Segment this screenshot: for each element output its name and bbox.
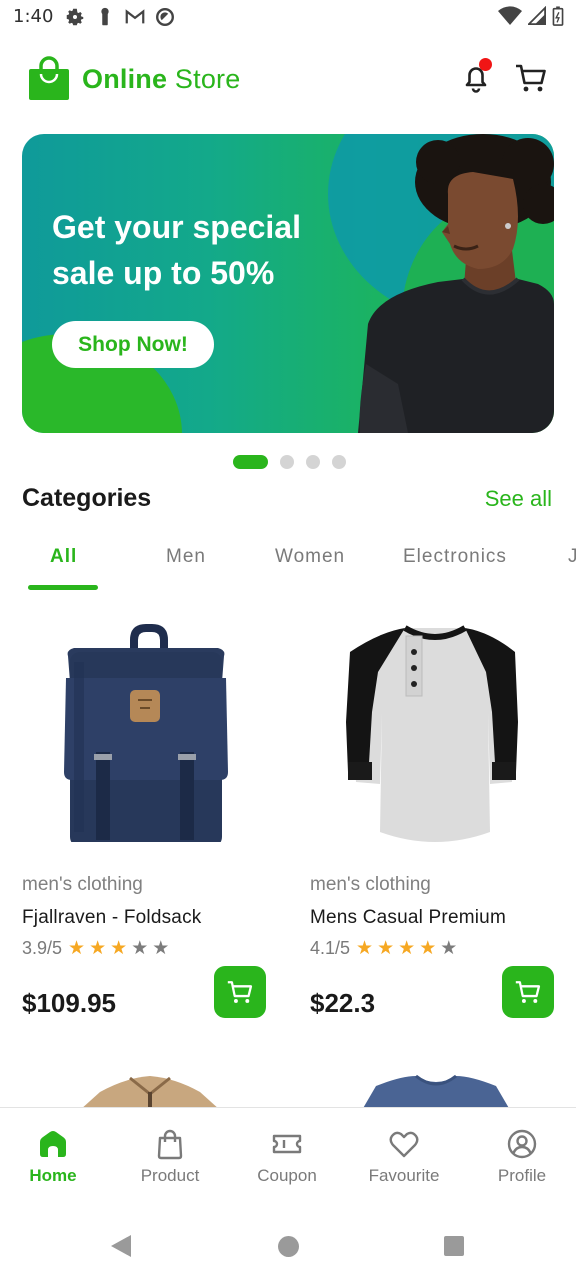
jacket-image-partial [80,1076,220,1110]
add-to-cart-button[interactable] [214,966,266,1018]
star-empty-icon: ★ [440,937,458,959]
status-system-icons [498,6,564,26]
product-name[interactable]: Fjallraven - Foldsack [22,907,201,929]
battery-icon [552,6,564,26]
do-not-disturb-icon [156,8,174,26]
backpack-icon [64,624,228,842]
recents-icon[interactable] [444,1236,464,1256]
tab-men[interactable]: Men [166,546,206,568]
status-time: 1:40 [13,6,54,27]
nav-home[interactable]: Home [0,1128,108,1186]
product-name[interactable]: Mens Casual Premium [310,907,506,929]
see-all-link[interactable]: See all [485,486,552,512]
tshirt-icon [346,625,518,842]
nav-coupon-label: Coupon [257,1166,317,1185]
category-tabs: All Men Women Electronics J [0,540,576,594]
add-to-cart-button[interactable] [502,966,554,1018]
tshirt-image-partial [362,1074,510,1110]
tab-jewelery-partial[interactable]: J [568,546,576,568]
rating-text: 4.1/5 [310,938,351,958]
active-tab-indicator [28,585,98,590]
banner-model-image [358,134,554,433]
heart-icon [389,1131,419,1158]
product-category: men's clothing [310,874,431,895]
status-bar: 1:40 [0,0,576,34]
tab-women[interactable]: Women [275,546,345,568]
bottom-navigation: Home Product Coupon Favourite Profile [0,1107,576,1212]
carousel-dot[interactable] [306,455,320,469]
promo-banner[interactable]: Get your special sale up to 50% Shop Now… [22,134,554,433]
product-rating: 3.9/5 ★ ★ ★ ★ ★ [22,938,169,959]
carousel-dot[interactable] [332,455,346,469]
status-notification-icons [64,6,176,28]
brand-name: Online Store [82,64,240,95]
carousel-dot-active[interactable] [233,455,268,469]
carousel-indicator [233,455,346,469]
tab-all[interactable]: All [50,546,77,568]
nav-favourite[interactable]: Favourite [349,1128,459,1186]
home-icon [40,1131,66,1157]
product-card[interactable]: men's clothing Mens Casual Premium 4.1/5… [310,612,560,1032]
product-price: $22.3 [310,988,376,1018]
product-card[interactable]: men's clothing Fjallraven - Foldsack 3.9… [22,612,272,1032]
star-filled-icon: ★ [110,937,128,959]
signal-icon [528,6,546,25]
product-price: $109.95 [22,988,116,1018]
star-filled-icon: ★ [398,937,416,959]
brand-name-regular: Store [174,64,241,94]
brand-name-bold: Online [82,64,168,94]
banner-headline: Get your special sale up to 50% [52,209,301,291]
profile-icon [507,1129,537,1159]
nav-home-label: Home [29,1166,77,1185]
settings-icon [66,8,84,26]
product-category: men's clothing [22,874,143,895]
notification-badge [479,58,492,71]
app-header: Online Store [0,54,576,106]
cart-icon [515,981,541,1003]
nav-profile-label: Profile [497,1166,547,1185]
tab-electronics[interactable]: Electronics [403,546,507,568]
nav-favourite-label: Favourite [368,1166,440,1185]
star-empty-icon: ★ [131,937,149,959]
home-button-icon[interactable] [278,1236,299,1257]
carousel-dot[interactable] [280,455,294,469]
nav-product-label: Product [140,1166,200,1185]
shopping-bag-icon [157,1129,183,1160]
product-rating: 4.1/5 ★ ★ ★ ★ ★ [310,938,457,959]
back-icon[interactable] [110,1234,132,1258]
star-empty-icon: ★ [152,937,170,959]
key-icon [101,7,109,26]
gmail-icon [125,9,145,24]
wifi-icon [498,6,522,26]
star-filled-icon: ★ [68,937,86,959]
star-filled-icon: ★ [356,937,374,959]
nav-product[interactable]: Product [115,1128,225,1186]
rating-text: 3.9/5 [22,938,63,958]
star-filled-icon: ★ [89,937,107,959]
categories-title: Categories [22,484,152,512]
cart-icon [227,981,253,1003]
system-navigation-bar [0,1212,576,1280]
nav-profile[interactable]: Profile [467,1128,576,1186]
nav-coupon[interactable]: Coupon [232,1128,342,1186]
star-filled-icon: ★ [419,937,437,959]
shop-now-button[interactable]: Shop Now! [52,321,214,368]
coupon-icon [272,1134,302,1154]
shopping-bag-logo-icon [29,56,69,100]
cart-icon[interactable] [514,62,548,94]
star-filled-icon: ★ [377,937,395,959]
